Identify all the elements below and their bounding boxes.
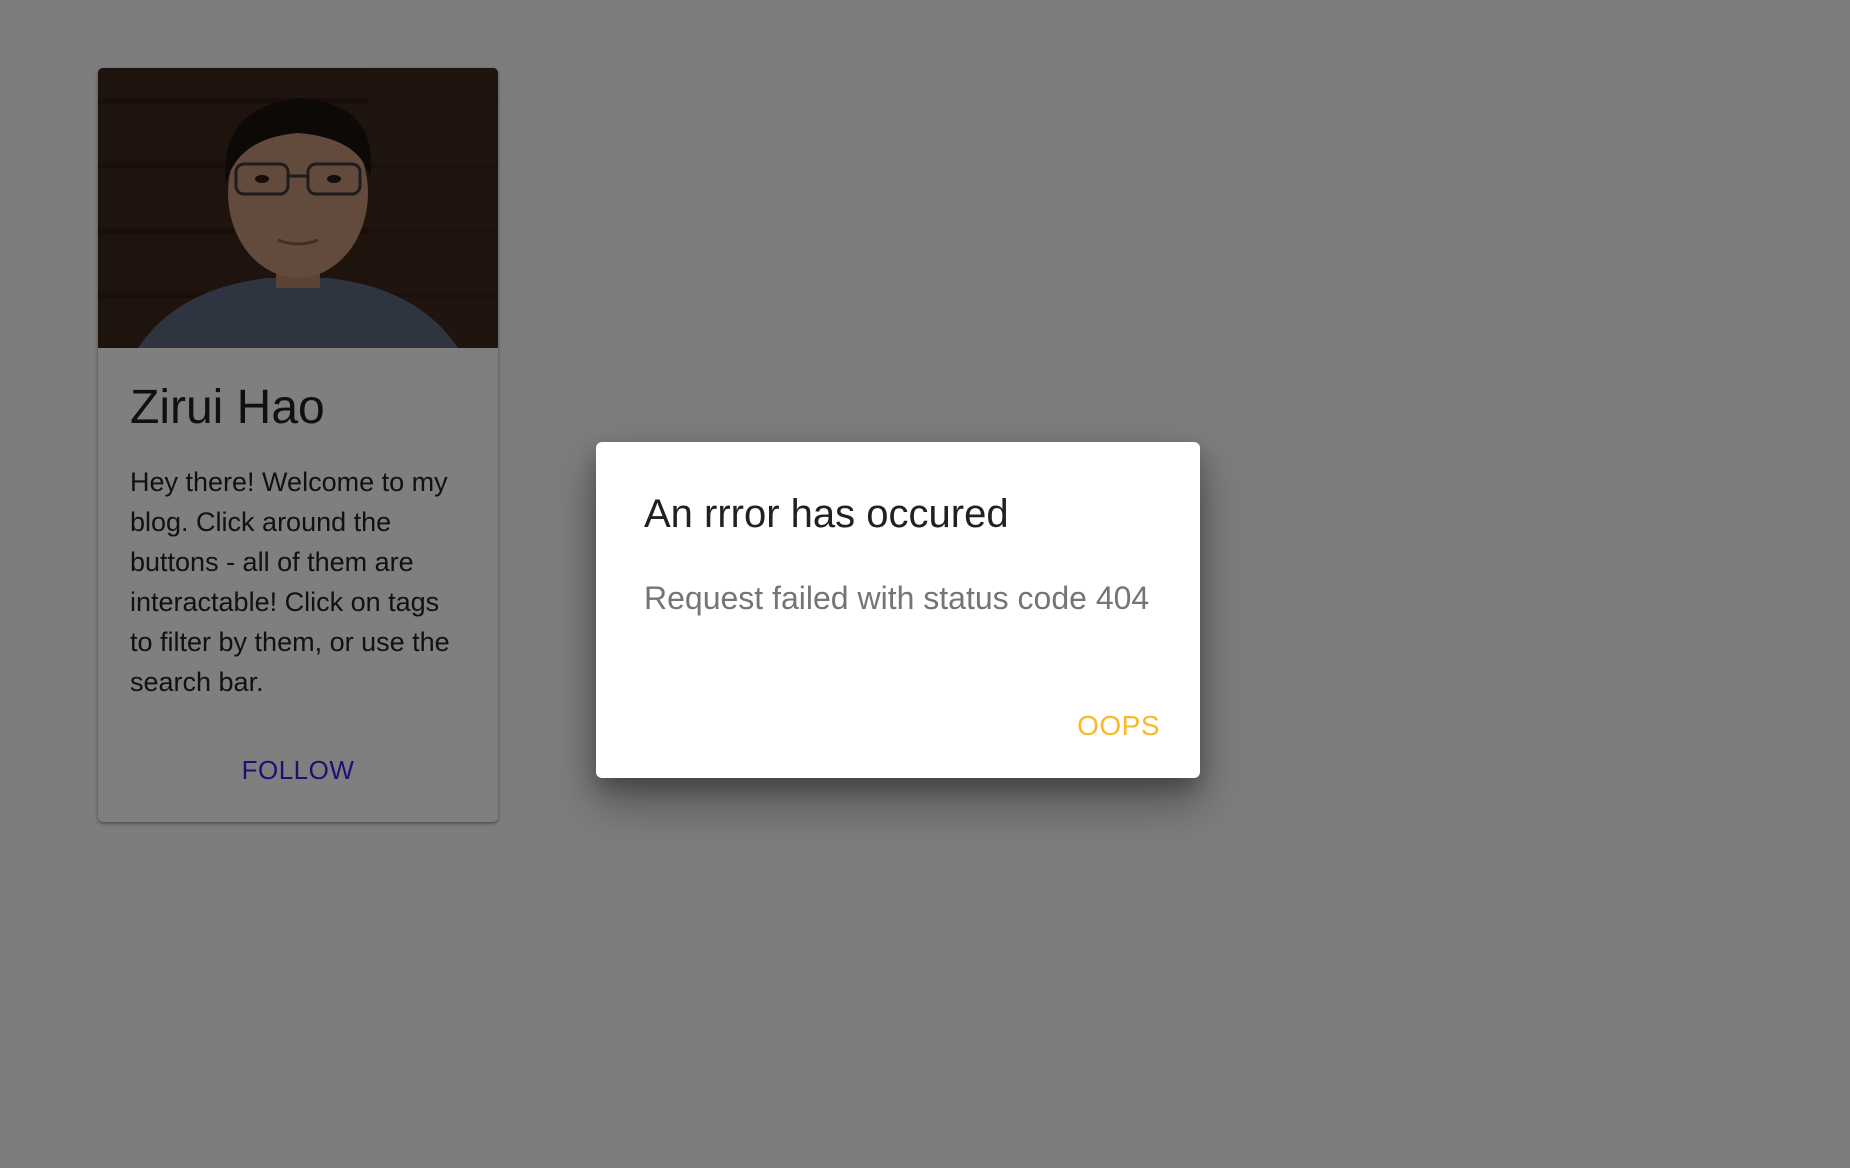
error-dialog: An rrror has occured Request failed with… xyxy=(596,442,1200,778)
dialog-title: An rrror has occured xyxy=(644,492,1009,536)
dialog-message: Request failed with status code 404 xyxy=(644,580,1150,616)
oops-button[interactable]: OOPS xyxy=(1069,704,1168,748)
